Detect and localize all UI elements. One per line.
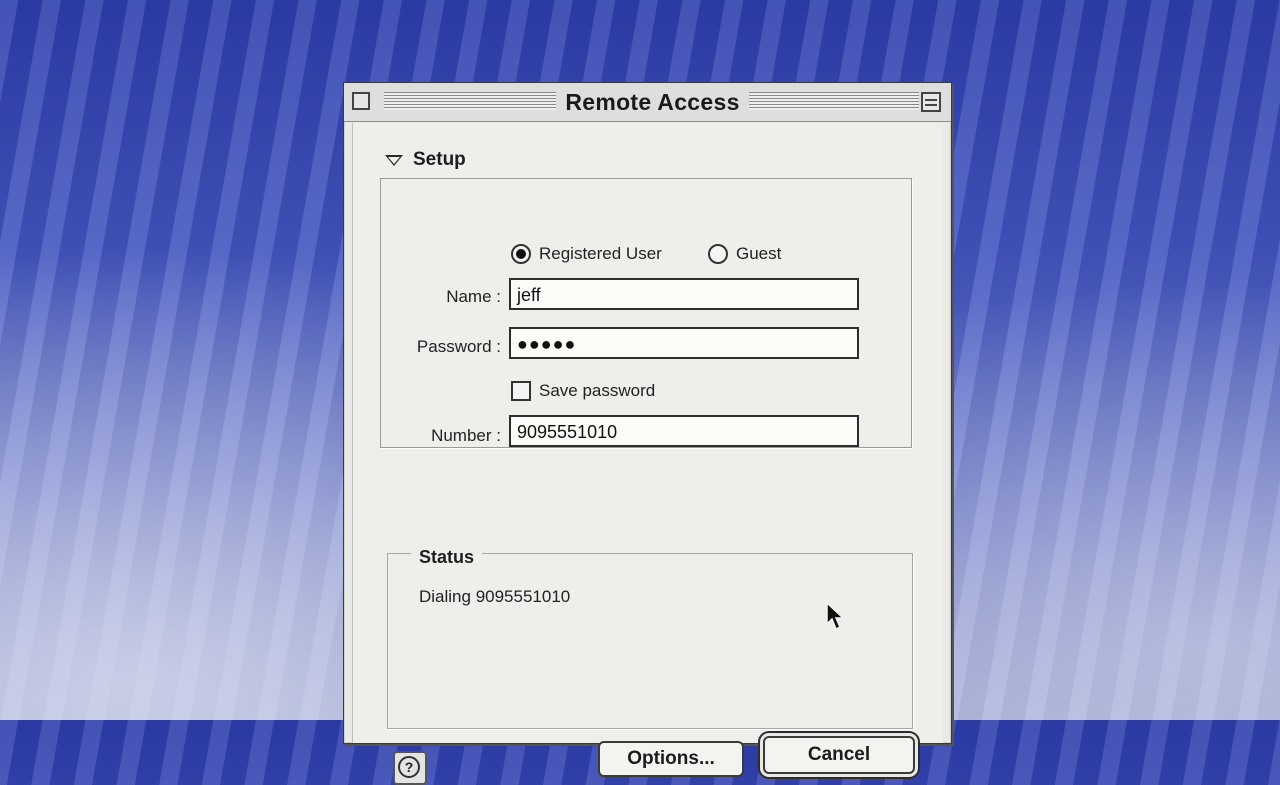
password-label: Password : — [416, 337, 501, 356]
setup-group-box — [380, 178, 912, 448]
mouse-pointer-icon — [826, 602, 845, 631]
title-stripes-left — [384, 92, 556, 110]
title-bar[interactable]: Remote Access — [344, 83, 951, 122]
collapse-box-icon[interactable] — [921, 92, 941, 112]
number-label: Number : — [431, 426, 501, 445]
password-field[interactable]: ●●●●● — [509, 327, 859, 359]
number-field[interactable]: 9095551010 — [509, 415, 859, 447]
name-label: Name : — [446, 287, 501, 306]
title-stripes-right — [749, 92, 919, 110]
status-group-box — [387, 553, 913, 729]
guest-radio[interactable] — [708, 244, 728, 264]
name-field[interactable]: jeff — [509, 278, 859, 310]
cancel-button[interactable]: Cancel — [763, 736, 915, 774]
close-box-icon[interactable] — [352, 92, 370, 110]
remote-access-window: Remote Access Setup Registered User Gues… — [343, 82, 952, 785]
setup-section-label: Setup — [413, 149, 466, 170]
save-password-label[interactable]: Save password — [539, 381, 655, 401]
help-button[interactable]: ? — [393, 751, 427, 785]
save-password-checkbox[interactable] — [511, 381, 531, 401]
window-content: Setup Registered User Guest Name : jeff … — [352, 123, 943, 785]
status-section-label: Status — [411, 547, 483, 568]
registered-user-label[interactable]: Registered User — [539, 244, 662, 264]
status-message: Dialing 9095551010 — [419, 587, 571, 606]
help-icon: ? — [398, 756, 420, 778]
disclosure-triangle-icon[interactable] — [385, 155, 403, 166]
registered-user-radio[interactable] — [511, 244, 531, 264]
options-button[interactable]: Options... — [598, 741, 744, 777]
guest-label[interactable]: Guest — [736, 244, 781, 264]
window-title: Remote Access — [565, 89, 740, 115]
